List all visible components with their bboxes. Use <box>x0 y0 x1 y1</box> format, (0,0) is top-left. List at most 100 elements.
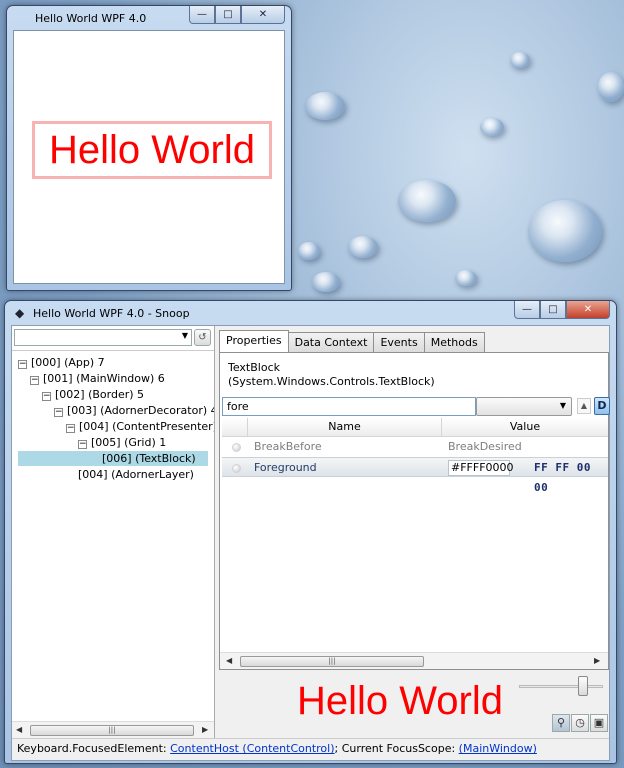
water-drop <box>510 52 530 68</box>
grid-horizontal-scrollbar[interactable]: ◀ ||| ▶ <box>220 652 608 669</box>
collapse-icon[interactable]: − <box>42 392 51 401</box>
tree-item-label: [002] (Border) 5 <box>55 388 145 401</box>
water-drop <box>598 72 624 102</box>
hello-textblock-highlight[interactable]: Hello World <box>32 121 272 179</box>
visual-tree-pane: ▼ ↺ − [000] (App) 7 − [001] (MainWindow) 6… <box>12 326 215 738</box>
element-type-full: (System.Windows.Controls.TextBlock) <box>228 375 435 388</box>
hello-world-window[interactable]: Hello World WPF 4.0 — □ ✕ Hello World <box>6 5 292 291</box>
tree-item-selected[interactable]: [006] (TextBlock) <box>18 451 208 466</box>
tab-events[interactable]: Events <box>373 332 425 352</box>
tree-item-label: [006] (TextBlock) <box>102 452 196 465</box>
property-indicator-icon <box>232 464 241 473</box>
title-bar[interactable]: Hello World WPF 4.0 — □ ✕ <box>7 6 291 30</box>
tree-item-label: [004] (AdornerLayer) <box>78 468 194 481</box>
focus-scope-label: ; Current FocusScope: <box>334 742 459 755</box>
focused-element-link[interactable]: ContentHost (ContentControl) <box>170 742 334 755</box>
maximize-button[interactable]: □ <box>540 301 566 319</box>
element-preview: Hello World ⚲ ◷ ▣ <box>219 673 609 737</box>
tree-item[interactable]: − [005] (Grid) 1 <box>78 435 166 450</box>
water-drop <box>305 92 345 120</box>
maximize-button[interactable]: □ <box>215 6 241 24</box>
collapse-icon[interactable]: − <box>78 440 87 449</box>
zoom-slider-thumb[interactable] <box>578 676 589 696</box>
chevron-down-icon[interactable]: ▼ <box>182 331 188 340</box>
column-indicator <box>222 418 248 437</box>
water-drop <box>528 200 602 262</box>
tree-item[interactable]: − [003] (AdornerDecorator) 4 <box>54 403 214 418</box>
water-drop <box>480 118 504 136</box>
visual-tree[interactable]: − [000] (App) 7 − [001] (MainWindow) 6 − [0… <box>12 350 214 718</box>
snoop-window[interactable]: ◆ Hello World WPF 4.0 - Snoop — □ ✕ ▼ ↺ … <box>4 300 617 764</box>
scroll-right-icon[interactable]: ▶ <box>594 656 600 665</box>
preview-toolbar: ⚲ ◷ ▣ <box>552 714 609 732</box>
chevron-down-icon: ▼ <box>559 401 566 410</box>
zoom-slider-track[interactable] <box>519 685 603 688</box>
window-title: Hello World WPF 4.0 <box>35 12 147 25</box>
title-bar[interactable]: ◆ Hello World WPF 4.0 - Snoop — □ ✕ <box>5 301 616 325</box>
water-drop <box>298 242 320 260</box>
water-drop <box>455 270 477 286</box>
window-client-area: Hello World <box>13 30 285 284</box>
tree-item[interactable]: [004] (AdornerLayer) <box>78 467 194 482</box>
element-type-name: TextBlock <box>228 361 280 374</box>
tab-properties[interactable]: Properties <box>219 330 289 352</box>
tab-methods[interactable]: Methods <box>423 332 485 352</box>
tree-item-label: [005] (Grid) 1 <box>91 436 167 449</box>
property-value-editor[interactable]: #FFFF0000 <box>448 460 514 476</box>
property-value: BreakDesired <box>448 440 522 453</box>
property-row[interactable]: BreakBefore BreakDesired <box>222 437 608 457</box>
collapse-icon[interactable]: − <box>66 424 75 433</box>
scroll-thumb[interactable]: ||| <box>240 656 424 667</box>
scroll-thumb[interactable]: ||| <box>30 725 194 736</box>
property-filter-combo[interactable]: ▼ <box>476 397 572 416</box>
snoop-refresh-button[interactable]: ↺ <box>194 329 211 346</box>
minimize-button[interactable]: — <box>514 301 540 319</box>
window-title: Hello World WPF 4.0 - Snoop <box>33 307 190 320</box>
water-drop <box>398 180 456 222</box>
property-filter-input[interactable]: fore <box>222 397 476 416</box>
scroll-right-icon[interactable]: ▶ <box>202 725 208 734</box>
properties-panel: TextBlock (System.Windows.Controls.TextB… <box>219 352 610 670</box>
tree-item-label: [000] (App) 7 <box>31 356 105 369</box>
column-header-name[interactable]: Name <box>248 418 442 437</box>
property-row-selected[interactable]: Foreground #FFFF0000 FF FF 00 00 <box>222 457 608 494</box>
tree-filter-combo[interactable]: ▼ <box>14 329 192 346</box>
scroll-left-icon[interactable]: ◀ <box>226 656 232 665</box>
collapse-icon[interactable]: − <box>30 376 39 385</box>
snoop-client-area: ▼ ↺ − [000] (App) 7 − [001] (MainWindow) 6… <box>11 325 610 761</box>
column-header-value[interactable]: Value <box>442 418 608 437</box>
tree-item-label: [004] (ContentPresenter) <box>79 420 214 433</box>
water-drop <box>312 272 340 292</box>
tab-data-context[interactable]: Data Context <box>287 332 375 352</box>
close-button[interactable]: ✕ <box>566 301 610 319</box>
close-button[interactable]: ✕ <box>241 6 285 24</box>
minimize-button[interactable]: — <box>189 6 215 24</box>
tree-item[interactable]: − [001] (MainWindow) 6 <box>30 371 165 386</box>
water-drop <box>348 236 378 258</box>
tree-horizontal-scrollbar[interactable]: ◀ ||| ▶ <box>12 721 214 738</box>
argb-components: FF FF 00 00 <box>534 461 591 494</box>
caption-buttons: — □ ✕ <box>514 301 610 319</box>
magnify-icon[interactable]: ⚲ <box>552 714 570 732</box>
camera-icon[interactable]: ▣ <box>590 714 608 732</box>
collapse-icon[interactable]: − <box>18 360 27 369</box>
scroll-left-icon[interactable]: ◀ <box>16 725 22 734</box>
tree-item-label: [003] (AdornerDecorator) 4 <box>67 404 214 417</box>
clock-icon[interactable]: ◷ <box>571 714 589 732</box>
focus-scope-link[interactable]: (MainWindow) <box>459 742 537 755</box>
caption-buttons: — □ ✕ <box>189 6 285 24</box>
property-grid-header: Name Value <box>222 418 608 437</box>
collapse-icon[interactable]: − <box>54 408 63 417</box>
focused-element-label: Keyboard.FocusedElement: <box>17 742 171 755</box>
snoop-app-icon: ◆ <box>15 306 25 320</box>
default-values-toggle[interactable]: D <box>594 397 610 415</box>
sort-ascending-button[interactable]: ▲ <box>577 398 591 414</box>
hello-text: Hello World <box>49 128 255 172</box>
property-name: Foreground <box>254 461 317 474</box>
preview-text: Hello World <box>297 679 503 723</box>
inspector-tabs: Properties Data Context Events Methods <box>219 330 485 352</box>
tree-item[interactable]: − [004] (ContentPresenter) <box>66 419 214 434</box>
tree-item[interactable]: − [002] (Border) 5 <box>42 387 144 402</box>
tree-item[interactable]: − [000] (App) 7 <box>18 355 105 370</box>
status-bar: Keyboard.FocusedElement: ContentHost (Co… <box>12 738 609 760</box>
